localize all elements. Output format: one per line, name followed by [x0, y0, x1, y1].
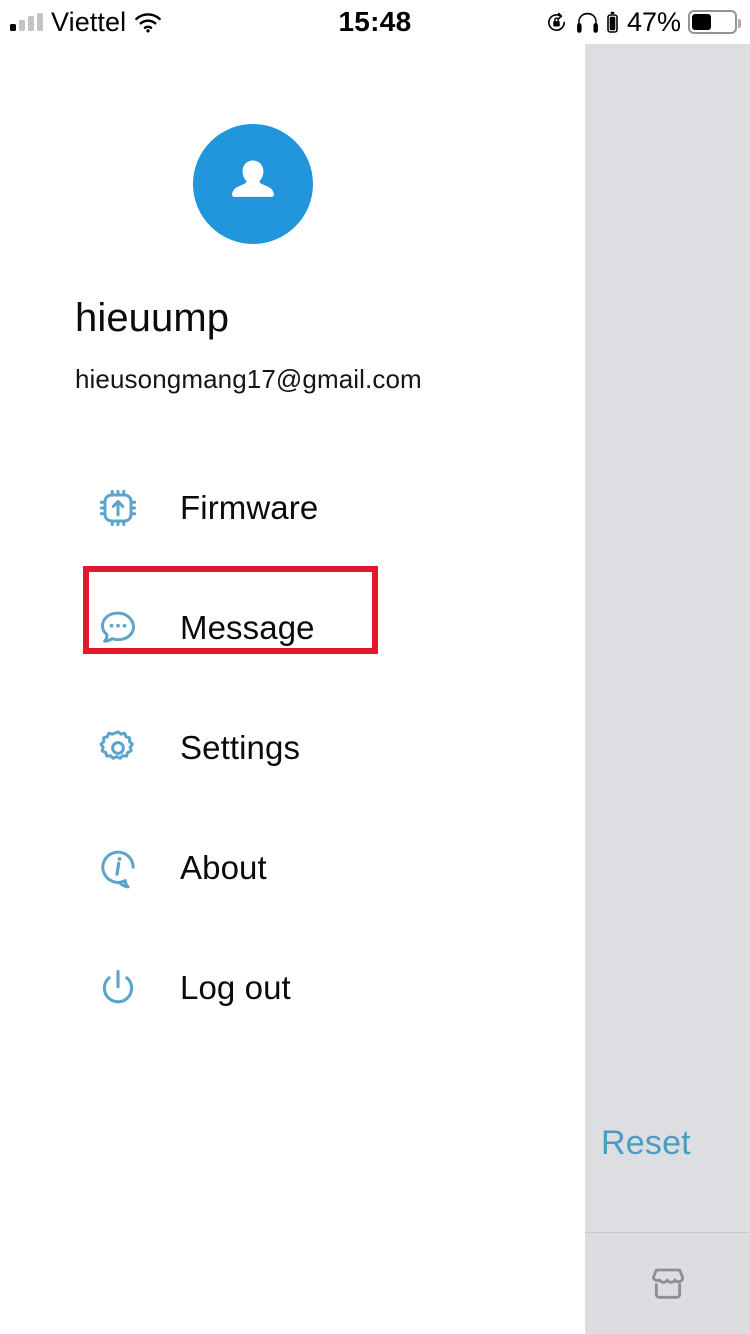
battery-fill — [692, 14, 712, 30]
headphones-icon — [575, 11, 600, 34]
avatar[interactable] — [193, 124, 313, 244]
menu-item-label: Firmware — [180, 489, 319, 526]
headphones-battery-icon — [607, 11, 618, 33]
store-icon[interactable] — [645, 1264, 691, 1304]
menu-item-label: Settings — [180, 729, 301, 766]
chip-upload-icon — [95, 485, 141, 531]
menu-item-message[interactable]: Message — [0, 568, 585, 688]
power-icon — [95, 965, 141, 1011]
person-avatar-icon — [221, 152, 285, 216]
profile-drawer: hieuump hieusongmang17@gmail.com Firmwar… — [0, 44, 585, 1334]
menu-item-log-out[interactable]: Log out — [0, 928, 585, 1048]
bottom-tab-bar — [585, 1232, 750, 1334]
status-bar-right: 47% — [545, 0, 741, 44]
battery-icon — [688, 10, 741, 34]
reset-button[interactable]: Reset — [601, 1124, 691, 1163]
drawer-menu: Firmware Message Settings About Log out — [0, 448, 585, 1048]
chat-bubble-icon — [95, 605, 141, 651]
menu-item-label: Message — [180, 609, 315, 646]
rotation-lock-icon — [545, 11, 568, 34]
menu-item-label: About — [180, 849, 267, 886]
gear-icon — [95, 725, 141, 771]
profile-email: hieusongmang17@gmail.com — [75, 364, 422, 394]
menu-item-settings[interactable]: Settings — [0, 688, 585, 808]
battery-percent: 47% — [626, 6, 681, 37]
phone-screen: Reset hieuump hieusongmang17@gmail.com F… — [0, 0, 750, 1334]
menu-item-firmware[interactable]: Firmware — [0, 448, 585, 568]
menu-item-about[interactable]: About — [0, 808, 585, 928]
status-bar: Viettel 15:48 47% — [0, 0, 750, 44]
profile-username: hieuump — [75, 296, 230, 340]
clock-label: 15:48 — [338, 6, 412, 37]
info-bubble-icon — [95, 845, 141, 891]
menu-item-label: Log out — [180, 969, 291, 1006]
